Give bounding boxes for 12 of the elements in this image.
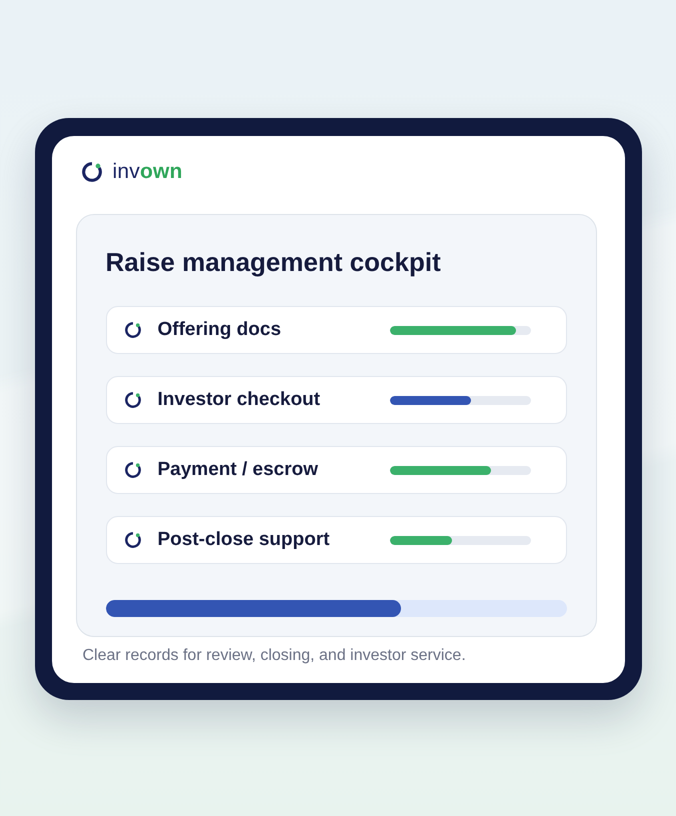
ring-icon [124, 322, 140, 338]
ring-icon [124, 392, 140, 408]
stage-label: Post-close support [158, 528, 331, 552]
stage-label: Offering docs [158, 318, 282, 342]
ring-icon [82, 162, 102, 182]
logo-wordmark: invown [112, 162, 183, 182]
ring-icon [124, 462, 140, 478]
stage-label: Investor checkout [158, 388, 322, 412]
caption-text: Clear records for review, closing, and investor service. [82, 646, 467, 666]
ring-icon [124, 532, 140, 548]
panel-title: Raise management cockpit [106, 246, 442, 278]
stage-label: Payment / escrow [158, 458, 320, 482]
